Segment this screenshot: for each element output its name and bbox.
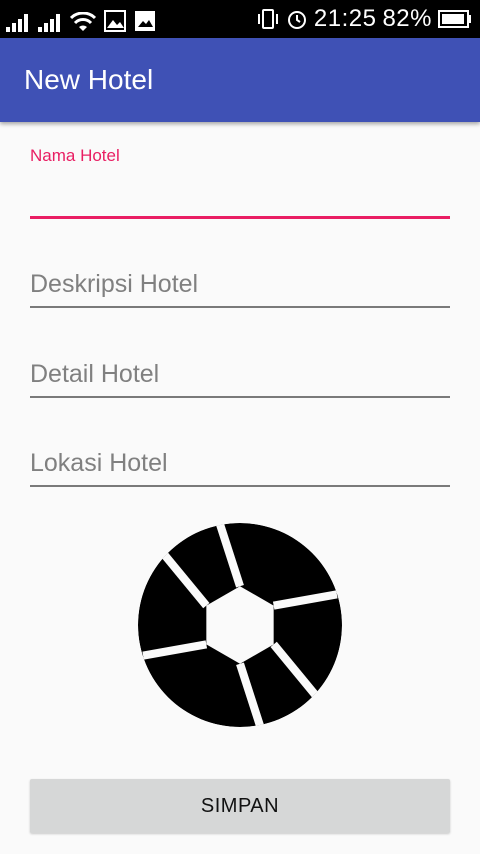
nama-hotel-underline bbox=[30, 216, 450, 219]
signal-icon bbox=[6, 14, 30, 32]
detail-hotel-field[interactable]: Detail Hotel bbox=[30, 358, 450, 400]
detail-hotel-underline bbox=[30, 396, 450, 398]
alarm-icon bbox=[286, 8, 308, 30]
lokasi-hotel-field[interactable]: Lokasi Hotel bbox=[30, 447, 450, 489]
image-icon bbox=[134, 10, 156, 32]
signal-icon bbox=[38, 14, 62, 32]
deskripsi-hotel-placeholder: Deskripsi Hotel bbox=[30, 270, 199, 298]
save-button[interactable]: SIMPAN bbox=[30, 779, 450, 833]
status-time: 21:25 bbox=[313, 5, 377, 32]
battery-percent: 82% bbox=[382, 5, 432, 32]
battery-icon bbox=[438, 10, 472, 28]
deskripsi-hotel-underline bbox=[30, 306, 450, 308]
hotel-image-picker[interactable] bbox=[138, 522, 342, 728]
vibrate-icon bbox=[256, 8, 280, 30]
page-title: New Hotel bbox=[24, 64, 154, 95]
camera-shutter-icon bbox=[138, 523, 342, 727]
status-icons-left bbox=[6, 6, 156, 32]
lokasi-hotel-underline bbox=[30, 485, 450, 487]
gallery-icon bbox=[104, 10, 126, 32]
app-bar: New Hotel bbox=[0, 38, 480, 122]
deskripsi-hotel-field[interactable]: Deskripsi Hotel bbox=[30, 268, 450, 310]
wifi-icon bbox=[70, 12, 96, 32]
lokasi-hotel-placeholder: Lokasi Hotel bbox=[30, 449, 168, 477]
detail-hotel-placeholder: Detail Hotel bbox=[30, 360, 160, 388]
status-bar: 21:25 82% bbox=[0, 0, 480, 38]
status-icons-right: 21:25 82% bbox=[256, 0, 472, 38]
nama-hotel-label: Nama Hotel bbox=[30, 146, 120, 165]
nama-hotel-field[interactable]: Nama Hotel bbox=[30, 146, 450, 221]
